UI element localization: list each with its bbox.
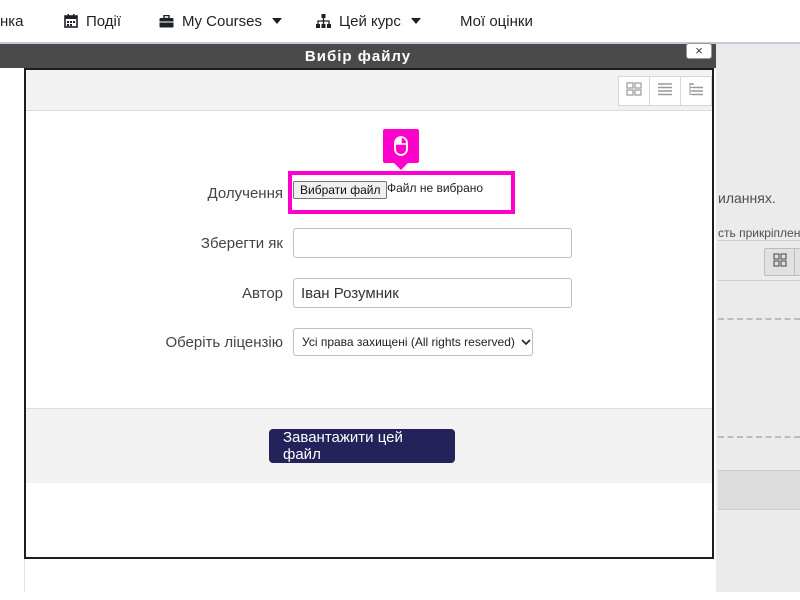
nav-item-label: Цей курс xyxy=(339,12,401,30)
view-toolbar xyxy=(26,70,712,111)
mouse-click-icon xyxy=(383,129,419,163)
tree-view-button[interactable] xyxy=(680,76,712,106)
nav-item-label: My Courses xyxy=(182,12,263,30)
dialog-title-text: Вибір файлу xyxy=(304,47,412,65)
nav-item-grades-truncated[interactable]: нка xyxy=(0,0,24,42)
license-select-value: Усі права захищені (All rights reserved) xyxy=(302,335,515,349)
upload-file-button[interactable]: Завантажити цей файл xyxy=(269,429,455,463)
modal-backdrop-edge xyxy=(716,44,800,592)
list-icon xyxy=(657,82,673,101)
click-marker-pointer xyxy=(394,163,408,170)
nav-item-this-course[interactable]: Цей курс xyxy=(316,0,421,42)
nav-item-my-grades[interactable]: Мої оцінки xyxy=(460,0,533,42)
click-highlight-box xyxy=(288,171,515,214)
dialog-footer: Завантажити цей файл xyxy=(26,408,712,483)
author-input[interactable] xyxy=(293,278,572,308)
nav-item-label: Події xyxy=(86,12,122,30)
save-as-label: Зберегти як xyxy=(200,235,283,252)
dialog-title: Вибір файлу xyxy=(0,44,716,68)
calendar-icon xyxy=(64,14,78,28)
nav-item-my-courses[interactable]: My Courses xyxy=(159,0,283,42)
nav-item-label: нка xyxy=(0,12,24,30)
list-view-button[interactable] xyxy=(649,76,681,106)
close-button[interactable]: × xyxy=(686,43,712,59)
upload-panel: Долучення Вибрати файл Файл не вибрано З… xyxy=(24,68,714,559)
save-as-input[interactable] xyxy=(293,228,572,258)
nav-item-label: Мої оцінки xyxy=(460,12,533,30)
license-label: Оберіть ліцензію xyxy=(165,334,283,351)
briefcase-icon xyxy=(159,14,174,28)
chevron-down-icon xyxy=(272,18,283,24)
license-select[interactable]: Усі права захищені (All rights reserved) xyxy=(293,328,533,356)
icons-view-button[interactable] xyxy=(618,76,650,106)
nav-item-events[interactable]: Події xyxy=(64,0,121,42)
grid-icon xyxy=(626,81,642,101)
author-label: Автор xyxy=(241,285,283,302)
chevron-down-icon xyxy=(410,18,421,24)
chevron-down-icon xyxy=(521,335,531,349)
attachment-label: Долучення xyxy=(207,185,283,202)
file-picker-sidebar xyxy=(0,68,25,592)
close-icon: × xyxy=(695,43,703,58)
sitemap-icon xyxy=(316,14,331,28)
top-navbar: нка Події My Courses Цей курс Мої оцінки xyxy=(0,0,800,44)
tree-list-icon xyxy=(688,82,704,101)
